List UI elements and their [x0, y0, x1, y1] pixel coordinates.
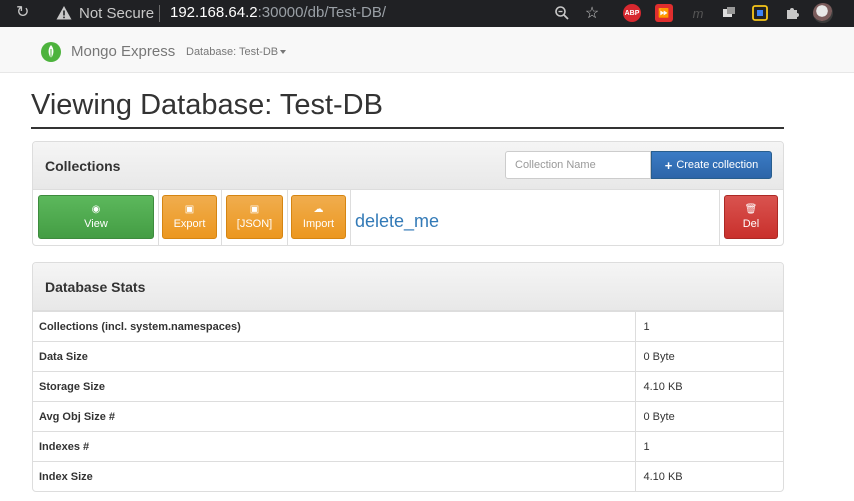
address-bar[interactable]: 192.168.64.2:30000/db/Test-DB/ — [170, 4, 386, 22]
view-label: View — [84, 217, 108, 230]
delete-button[interactable]: 🗑 Del — [724, 195, 778, 239]
stats-table: Collections (incl. system.namespaces) 1 … — [33, 311, 783, 491]
import-label: Import — [302, 217, 335, 230]
import-button[interactable]: ☁ Import — [291, 195, 346, 239]
page-title: Viewing Database: Test-DB — [31, 89, 383, 121]
url-host: 192.168.64.2 — [170, 4, 258, 21]
floppy-icon: ▣ — [184, 203, 195, 215]
profile-avatar[interactable] — [813, 3, 833, 23]
red-extension-icon[interactable]: ⏩ — [655, 4, 673, 22]
export-json-label: [JSON] — [236, 217, 273, 230]
stat-value: 4.10 KB — [635, 371, 783, 402]
table-row: Indexes # 1 — [33, 431, 783, 462]
m-extension-icon[interactable]: m — [689, 4, 707, 22]
database-dropdown-label: Database: Test-DB — [186, 46, 279, 58]
stat-label: Indexes # — [33, 431, 636, 462]
floppy-icon: ▣ — [249, 203, 260, 215]
stat-label: Index Size — [33, 461, 636, 491]
cloud-upload-icon: ☁ — [313, 203, 324, 215]
eye-icon: ◉ — [91, 203, 101, 215]
stat-label: Storage Size — [33, 371, 636, 402]
reload-icon[interactable]: ↻ — [16, 4, 29, 22]
plus-icon: + — [664, 157, 673, 173]
stat-label: Collections (incl. system.namespaces) — [33, 311, 636, 342]
export-json-button[interactable]: ▣ [JSON] — [226, 195, 283, 239]
stat-label: Data Size — [33, 341, 636, 372]
dark-extension-icon[interactable] — [720, 4, 738, 22]
collection-name-input[interactable] — [505, 151, 651, 179]
collections-title: Collections — [45, 158, 121, 174]
table-row: Storage Size 4.10 KB — [33, 371, 783, 402]
star-icon[interactable]: ☆ — [583, 4, 601, 22]
table-row: Collections (incl. system.namespaces) 1 — [33, 311, 783, 342]
yellow-extension-icon[interactable] — [751, 4, 769, 22]
export-label: Export — [173, 217, 206, 230]
stat-value: 4.10 KB — [635, 461, 783, 491]
table-row: Index Size 4.10 KB — [33, 461, 783, 491]
database-stats-panel: Database Stats Collections (incl. system… — [32, 262, 784, 492]
stats-title: Database Stats — [45, 279, 146, 295]
url-divider — [159, 5, 160, 22]
collection-link[interactable]: delete_me — [355, 210, 439, 232]
export-button[interactable]: ▣ Export — [162, 195, 217, 239]
stat-label: Avg Obj Size # — [33, 401, 636, 432]
database-dropdown[interactable]: Database: Test-DB — [186, 45, 287, 59]
security-status[interactable]: Not Secure — [79, 5, 154, 22]
collections-panel-heading: Collections + Create collection — [33, 142, 783, 190]
stat-value: 0 Byte — [635, 341, 783, 372]
view-button[interactable]: ◉ View — [38, 195, 154, 239]
collections-panel: Collections + Create collection ◉ View ▣… — [32, 141, 784, 246]
warning-icon[interactable] — [56, 5, 72, 21]
create-collection-label: Create collection — [676, 159, 759, 171]
delete-label: Del — [742, 217, 760, 230]
zoom-icon[interactable] — [553, 4, 571, 22]
puzzle-icon[interactable] — [783, 4, 801, 22]
collection-row: ◉ View ▣ Export ▣ [JSON] ☁ Import delete… — [33, 190, 783, 245]
mongodb-leaf-icon[interactable] — [40, 41, 62, 63]
adblock-icon[interactable]: ABP — [623, 4, 641, 22]
stats-panel-heading: Database Stats — [33, 263, 783, 311]
stat-value: 1 — [635, 311, 783, 342]
trash-icon: 🗑 — [744, 203, 758, 215]
brand-link[interactable]: Mongo Express — [71, 43, 175, 61]
table-row: Avg Obj Size # 0 Byte — [33, 401, 783, 432]
caret-down-icon — [280, 50, 287, 55]
url-path: :30000/db/Test-DB/ — [257, 4, 387, 21]
title-divider — [31, 127, 784, 129]
stat-value: 1 — [635, 431, 783, 462]
table-row: Data Size 0 Byte — [33, 341, 783, 372]
browser-toolbar: ↻ Not Secure 192.168.64.2:30000/db/Test-… — [0, 0, 854, 27]
stat-value: 0 Byte — [635, 401, 783, 432]
create-collection-button[interactable]: + Create collection — [651, 151, 772, 179]
